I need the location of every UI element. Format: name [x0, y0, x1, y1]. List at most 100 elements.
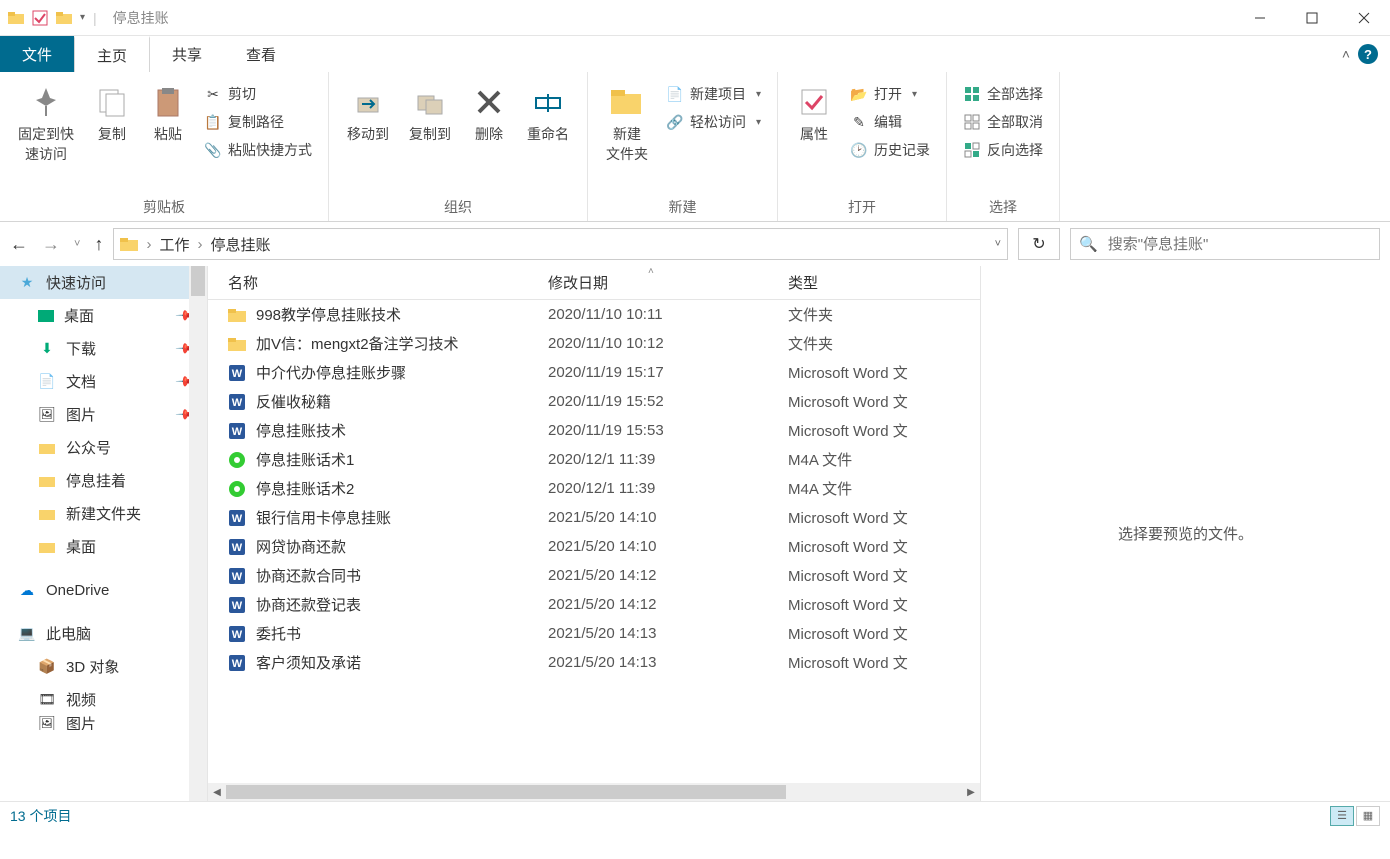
col-type-header[interactable]: 类型 [788, 272, 980, 293]
file-row[interactable]: W客户须知及承诺2021/5/20 14:13Microsoft Word 文 [208, 648, 980, 677]
moveto-button[interactable]: 移动到 [337, 76, 399, 152]
paste-button[interactable]: 粘贴 [140, 76, 196, 152]
file-date: 2020/11/10 10:11 [548, 306, 788, 323]
file-row[interactable]: W委托书2021/5/20 14:13Microsoft Word 文 [208, 619, 980, 648]
search-box[interactable]: 🔍 [1070, 228, 1380, 260]
col-date-header[interactable]: 修改日期˄ [548, 272, 788, 293]
nav-folder[interactable]: 桌面 [0, 530, 207, 563]
forward-button[interactable]: → [42, 234, 60, 255]
tab-file[interactable]: 文件 [0, 36, 74, 72]
up-button[interactable]: ↑ [94, 234, 103, 255]
nav-3dobjects[interactable]: 📦3D 对象 [0, 650, 207, 683]
nav-documents[interactable]: 📄文档📌 [0, 365, 207, 398]
download-icon: ⬇ [38, 340, 56, 358]
file-row[interactable]: W反催收秘籍2020/11/19 15:52Microsoft Word 文 [208, 387, 980, 416]
file-row[interactable]: W协商还款登记表2021/5/20 14:12Microsoft Word 文 [208, 590, 980, 619]
nav-downloads[interactable]: ⬇下载📌 [0, 332, 207, 365]
file-row[interactable]: 停息挂账话术12020/12/1 11:39M4A 文件 [208, 445, 980, 474]
chevron-up-icon[interactable]: ˄ [1342, 46, 1350, 62]
copy-icon [94, 84, 130, 120]
file-date: 2021/5/20 14:13 [548, 625, 788, 642]
breadcrumb-segment[interactable]: 停息挂账 [210, 234, 270, 255]
file-row[interactable]: W协商还款合同书2021/5/20 14:12Microsoft Word 文 [208, 561, 980, 590]
pin-button[interactable]: 固定到快 速访问 [8, 76, 84, 172]
view-details-button[interactable]: ☰ [1330, 806, 1354, 826]
file-name: 停息挂账话术2 [256, 478, 354, 499]
newfolder-button[interactable]: 新建 文件夹 [596, 76, 658, 172]
file-row[interactable]: 加V信：mengxt2备注学习技术2020/11/10 10:12文件夹 [208, 329, 980, 358]
newitem-icon: 📄 [666, 85, 684, 103]
paste-shortcut-button[interactable]: 📎粘贴快捷方式 [200, 138, 316, 162]
file-row[interactable]: 停息挂账话术22020/12/1 11:39M4A 文件 [208, 474, 980, 503]
nav-pictures-pc[interactable]: 🖼图片 [0, 716, 207, 730]
nav-videos[interactable]: 🎞视频 [0, 683, 207, 716]
nav-folder[interactable]: 公众号 [0, 431, 207, 464]
nav-folder[interactable]: 新建文件夹 [0, 497, 207, 530]
scroll-left-button[interactable]: ◀ [208, 783, 226, 801]
tab-home[interactable]: 主页 [74, 36, 150, 72]
help-icon[interactable]: ? [1358, 44, 1378, 64]
file-list[interactable]: 998教学停息挂账技术2020/11/10 10:11文件夹加V信：mengxt… [208, 300, 980, 783]
view-large-button[interactable]: ▦ [1356, 806, 1380, 826]
invertsel-button[interactable]: 反向选择 [959, 138, 1047, 162]
selectnone-button[interactable]: 全部取消 [959, 110, 1047, 134]
chevron-down-icon[interactable]: ˅ [995, 238, 1001, 250]
file-row[interactable]: W停息挂账技术2020/11/19 15:53Microsoft Word 文 [208, 416, 980, 445]
minimize-button[interactable] [1234, 0, 1286, 36]
search-input[interactable] [1108, 236, 1371, 253]
desktop-icon [38, 310, 54, 322]
word-icon: W [228, 567, 246, 585]
breadcrumb-segment[interactable]: 工作 [159, 234, 189, 255]
delete-button[interactable]: 删除 [461, 76, 517, 152]
col-name-header[interactable]: 名称 [228, 272, 548, 293]
easyaccess-button[interactable]: 🔗轻松访问▾ [662, 110, 765, 134]
file-row[interactable]: W中介代办停息挂账步骤2020/11/19 15:17Microsoft Wor… [208, 358, 980, 387]
back-button[interactable]: ← [10, 234, 28, 255]
dropdown-icon[interactable]: ▾ [80, 12, 85, 23]
refresh-button[interactable]: ↻ [1018, 228, 1060, 260]
nav-pictures[interactable]: 🖼图片📌 [0, 398, 207, 431]
nav-thispc[interactable]: 💻此电脑 [0, 617, 207, 650]
file-row[interactable]: 998教学停息挂账技术2020/11/10 10:11文件夹 [208, 300, 980, 329]
address-bar[interactable]: › 工作 › 停息挂账 ˅ [113, 228, 1008, 260]
selectall-icon [963, 85, 981, 103]
nav-desktop[interactable]: 桌面📌 [0, 299, 207, 332]
file-date: 2021/5/20 14:10 [548, 509, 788, 526]
scroll-right-button[interactable]: ▶ [962, 783, 980, 801]
newitem-button[interactable]: 📄新建项目▾ [662, 82, 765, 106]
rename-button[interactable]: 重命名 [517, 76, 579, 152]
open-button[interactable]: 📂打开▾ [846, 82, 934, 106]
preview-message: 选择要预览的文件。 [1118, 523, 1253, 544]
horizontal-scrollbar[interactable]: ◀ ▶ [208, 783, 980, 801]
selectall-button[interactable]: 全部选择 [959, 82, 1047, 106]
file-type: M4A 文件 [788, 478, 980, 499]
word-icon: W [228, 393, 246, 411]
recent-dropdown[interactable]: ˅ [74, 238, 80, 250]
folder-icon [228, 306, 246, 324]
nav-quick-access[interactable]: ★快速访问 [0, 266, 207, 299]
edit-button[interactable]: ✎编辑 [846, 110, 934, 134]
nav-folder[interactable]: 停息挂着 [0, 464, 207, 497]
tab-share[interactable]: 共享 [150, 36, 224, 72]
check-icon[interactable] [32, 10, 48, 26]
history-button[interactable]: 🕑历史记录 [846, 138, 934, 162]
titlebar: ▾ | 停息挂账 [0, 0, 1390, 36]
cut-button[interactable]: ✂剪切 [200, 82, 316, 106]
nav-onedrive[interactable]: ☁OneDrive [0, 575, 207, 605]
nav-pane[interactable]: ★快速访问 桌面📌 ⬇下载📌 📄文档📌 🖼图片📌 公众号 停息挂着 新建文件夹 … [0, 266, 207, 801]
file-name: 客户须知及承诺 [256, 652, 361, 673]
tab-view[interactable]: 查看 [224, 36, 298, 72]
nav-scrollbar[interactable] [189, 266, 207, 801]
copy-button[interactable]: 复制 [84, 76, 140, 152]
properties-button[interactable]: 属性 [786, 76, 842, 152]
maximize-button[interactable] [1286, 0, 1338, 36]
file-row[interactable]: W网贷协商还款2021/5/20 14:10Microsoft Word 文 [208, 532, 980, 561]
file-date: 2021/5/20 14:12 [548, 596, 788, 613]
file-type: Microsoft Word 文 [788, 507, 980, 528]
folder-icon [38, 505, 56, 523]
copyto-button[interactable]: 复制到 [399, 76, 461, 152]
file-row[interactable]: W银行信用卡停息挂账2021/5/20 14:10Microsoft Word … [208, 503, 980, 532]
copypath-button[interactable]: 📋复制路径 [200, 110, 316, 134]
shortcut-icon: 📎 [204, 141, 222, 159]
close-button[interactable] [1338, 0, 1390, 36]
